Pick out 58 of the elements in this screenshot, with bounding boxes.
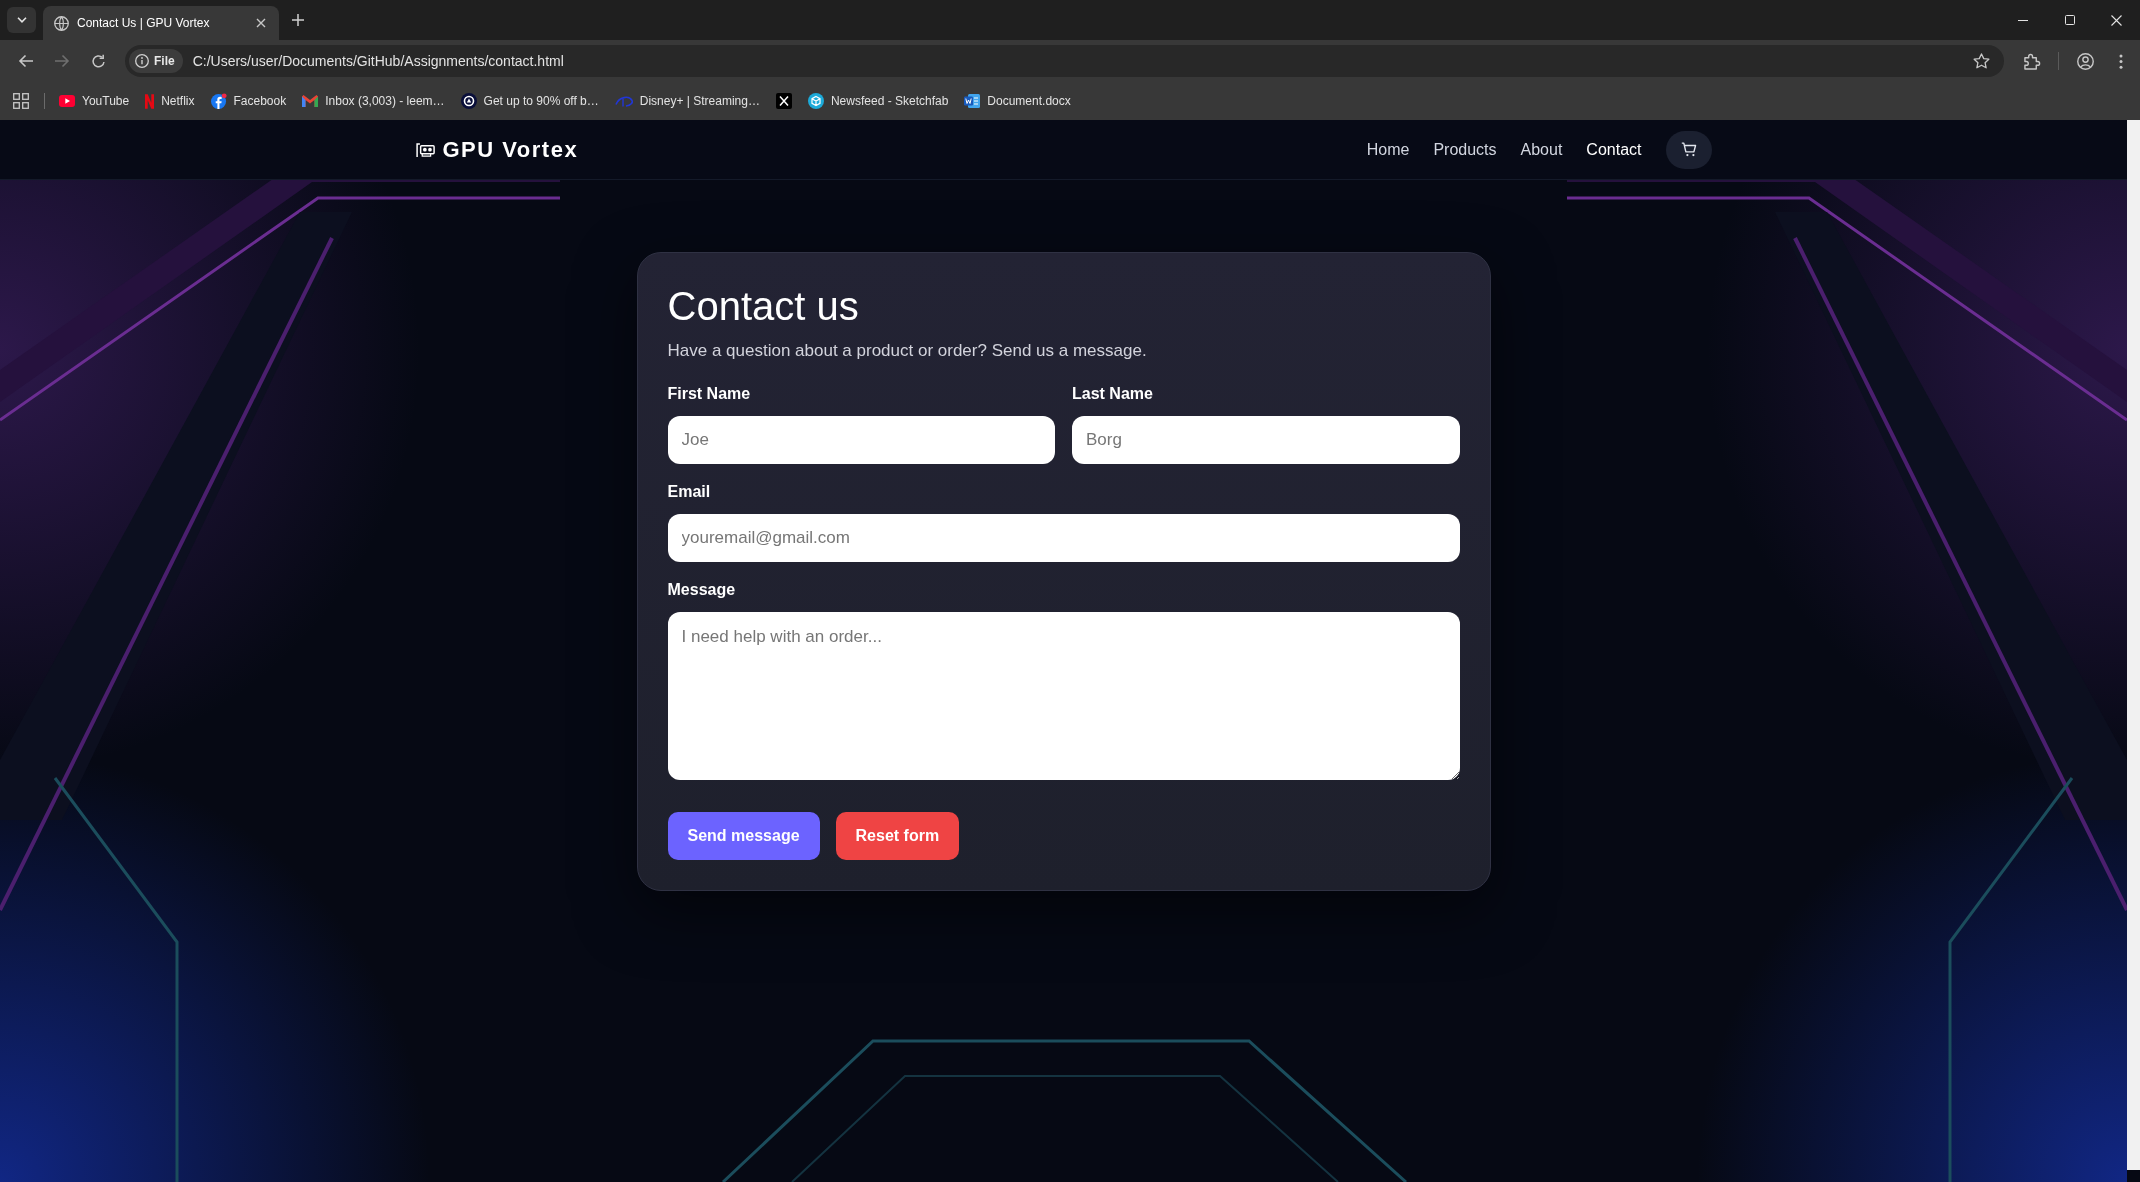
f-logo-icon <box>210 93 227 109</box>
cart-button[interactable] <box>1665 130 1712 169</box>
site-info-button[interactable]: File <box>129 49 183 73</box>
bookmark-link[interactable]: Disney+ | Streaming… <box>606 87 768 115</box>
cube-icon <box>807 93 824 109</box>
bookmark-link[interactable]: Inbox (3,003) - leem… <box>294 87 453 115</box>
nav-link[interactable]: About <box>1520 137 1563 162</box>
menu-icon[interactable] <box>2119 53 2123 69</box>
message-field[interactable]: I need help with an order... <box>667 612 1460 780</box>
close-icon[interactable] <box>2111 14 2122 26</box>
profile-icon[interactable] <box>2076 52 2094 70</box>
apps-grid-icon[interactable] <box>13 93 29 109</box>
text-field[interactable]: Borg <box>1072 416 1460 464</box>
form-title: Contact us <box>667 283 860 329</box>
star-icon[interactable] <box>1973 53 1990 69</box>
reload-icon[interactable] <box>90 53 106 69</box>
arc-logo-icon <box>614 95 633 107</box>
document-icon <box>964 93 981 109</box>
minimize-icon[interactable] <box>2017 19 2028 21</box>
plus-icon[interactable] <box>292 14 304 26</box>
info-icon <box>135 54 149 68</box>
scrollbar-track[interactable] <box>2127 120 2140 1170</box>
url-text: C:/Users/user/Documents/GitHub/Assignments/contact.html <box>192 51 564 71</box>
play-icon <box>59 95 75 107</box>
x-logo-icon <box>775 93 792 109</box>
bookmark-link[interactable]: Facebook <box>202 87 295 115</box>
nav-link[interactable]: Home <box>1366 137 1410 162</box>
circle-logo-icon <box>460 93 477 109</box>
field-label: First Name <box>667 384 752 404</box>
text-field[interactable]: Joe <box>667 416 1055 464</box>
tab-search-button[interactable] <box>7 7 36 33</box>
field-label: Email <box>667 482 712 502</box>
logo-link[interactable]: GPU Vortex <box>415 133 579 166</box>
email-field[interactable]: youremail@gmail.com <box>667 514 1460 562</box>
bookmark-link[interactable]: YouTube <box>51 87 138 115</box>
cart-icon <box>1680 142 1697 157</box>
globe-icon <box>54 15 69 31</box>
reset-button[interactable]: Reset form <box>835 812 960 860</box>
maximize-icon[interactable] <box>2064 15 2075 25</box>
bookmark-link[interactable]: Get up to 90% off b… <box>452 87 607 115</box>
address-bar[interactable]: File C:/Users/user/Documents/GitHub/Assignments/contact.html <box>125 45 2004 77</box>
field-label: Last Name <box>1072 384 1154 404</box>
nav-link[interactable]: Products <box>1433 137 1497 162</box>
puzzle-icon[interactable] <box>2023 52 2041 70</box>
submit-button[interactable]: Send message <box>667 812 820 860</box>
bookmark-link[interactable]: Netflix <box>137 87 203 115</box>
graphics-card-icon <box>415 142 435 157</box>
browser-tab[interactable]: Contact Us | GPU Vortex <box>43 6 279 40</box>
mail-icon <box>302 95 319 107</box>
back-arrow-icon[interactable] <box>18 53 34 69</box>
field-label: Message <box>667 580 737 600</box>
close-icon[interactable] <box>256 18 266 28</box>
n-logo-icon <box>145 93 155 109</box>
chevron-down-icon <box>16 17 27 23</box>
nav-link[interactable]: Contact <box>1586 137 1642 162</box>
bookmark-link[interactable]: Newsfeed - Sketchfab <box>799 87 957 115</box>
form-subtitle: Have a question about a product or order? Send us a message. <box>667 340 1148 362</box>
bookmark-link[interactable]: Document.docx <box>956 87 1079 115</box>
